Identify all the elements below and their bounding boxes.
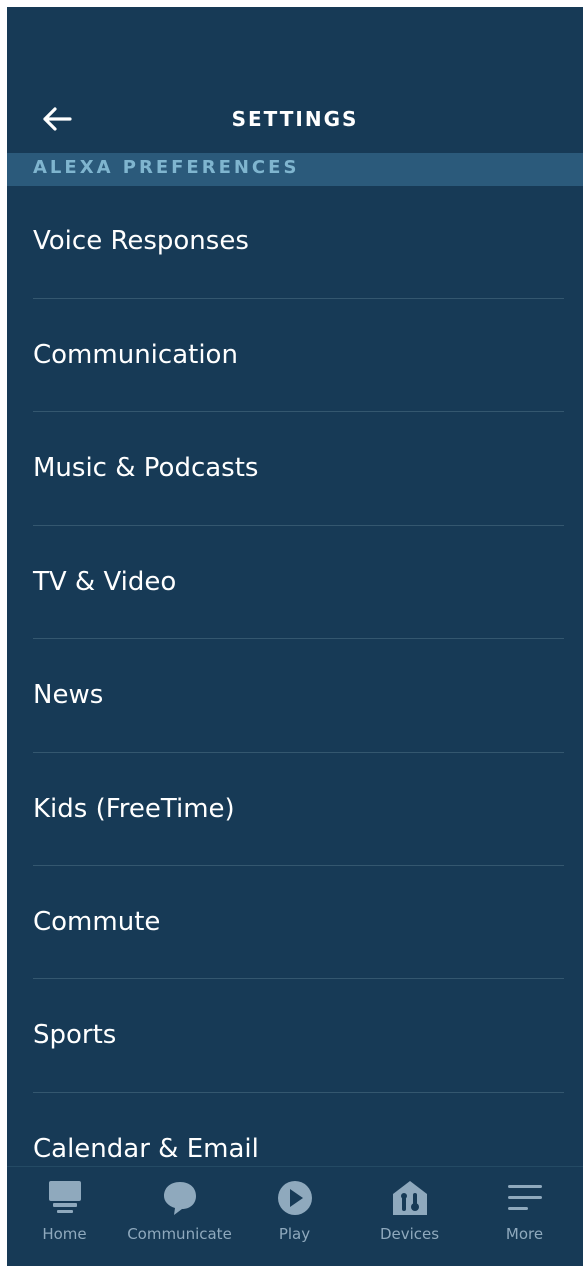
list-item-commute[interactable]: Commute: [7, 866, 583, 980]
section-header: ALEXA PREFERENCES: [7, 153, 583, 186]
list-item-communication[interactable]: Communication: [7, 299, 583, 413]
list-item-calendar-email[interactable]: Calendar & Email: [7, 1093, 583, 1166]
play-icon: [277, 1181, 312, 1215]
list-item-sports[interactable]: Sports: [7, 979, 583, 1093]
section-title: ALEXA PREFERENCES: [33, 157, 300, 178]
tab-label: More: [505, 1225, 544, 1243]
tab-communicate[interactable]: Communicate: [122, 1167, 237, 1266]
tab-label: Play: [278, 1225, 311, 1243]
list-item-label: News: [33, 680, 104, 711]
screen: SETTINGS ALEXA PREFERENCES Voice Respons…: [7, 7, 583, 1266]
list-item-news[interactable]: News: [7, 639, 583, 753]
list-item-music-podcasts[interactable]: Music & Podcasts: [7, 412, 583, 526]
tab-devices[interactable]: Devices: [352, 1167, 467, 1266]
list-item-label: Sports: [33, 1020, 117, 1051]
settings-list: Voice Responses Communication Music & Po…: [7, 186, 583, 1166]
list-item-label: TV & Video: [33, 566, 177, 597]
list-item-tv-video[interactable]: TV & Video: [7, 526, 583, 640]
tab-home[interactable]: Home: [7, 1167, 122, 1266]
bottom-tab-bar: Home Communicate Play Devices More: [7, 1166, 583, 1266]
list-item-label: Communication: [33, 340, 238, 370]
list-item-label: Music & Podcasts: [33, 453, 259, 484]
menu-icon: [507, 1185, 542, 1210]
list-item-label: Kids (FreeTime): [33, 793, 235, 824]
communicate-icon: [163, 1182, 196, 1215]
devices-icon: [392, 1181, 427, 1215]
list-item-label: Commute: [33, 906, 161, 937]
header: SETTINGS: [7, 7, 583, 153]
tab-label: Communicate: [127, 1225, 232, 1243]
list-item-label: Calendar & Email: [33, 1133, 259, 1164]
list-item-kids-freetime[interactable]: Kids (FreeTime): [7, 753, 583, 866]
tab-label: Devices: [379, 1225, 440, 1243]
list-item-label: Voice Responses: [33, 226, 249, 256]
home-icon: [48, 1181, 81, 1213]
page-title: SETTINGS: [231, 107, 359, 131]
tab-more[interactable]: More: [467, 1167, 582, 1266]
list-item-voice-responses[interactable]: Voice Responses: [7, 186, 583, 299]
tab-label: Home: [42, 1225, 87, 1243]
tab-play[interactable]: Play: [237, 1167, 352, 1266]
